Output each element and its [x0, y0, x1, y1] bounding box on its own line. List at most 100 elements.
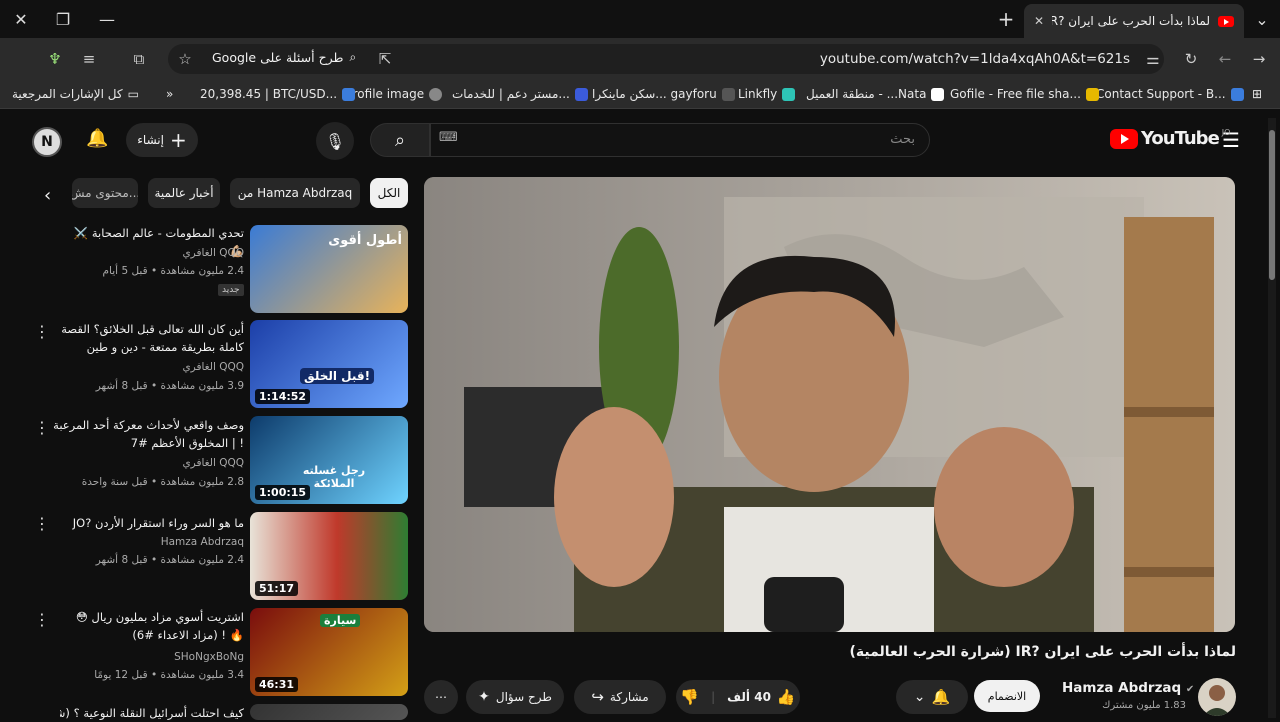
video-duration: 1:00:15 [255, 485, 311, 500]
extensions-puzzle-icon[interactable]: ⧉ [126, 46, 152, 72]
thumbnail-text: سيارة [320, 614, 361, 627]
youtube-logo[interactable]: YouTube JO [1110, 128, 1230, 149]
chevron-down-icon: ⌄ [913, 689, 926, 705]
bookmark-item[interactable]: Gofile - Free file sha... [950, 84, 1099, 104]
folder-icon: ▭ [127, 87, 139, 101]
tab-search-icon[interactable]: ⌄ [1244, 0, 1280, 38]
scrollbar-thumb[interactable] [1269, 130, 1275, 280]
related-thumbnail[interactable]: قبل الخلق! 1:14:52 [250, 320, 408, 408]
related-channel[interactable]: Hamza Abdrzaq [60, 533, 244, 551]
more-options-icon[interactable]: ⋮ [34, 514, 50, 533]
close-window-icon[interactable]: ✕ [0, 0, 42, 38]
related-title[interactable]: كيف احتلت أسرائيل النقلة النوعية ؟ (شكل [60, 704, 244, 722]
ask-button[interactable]: ✦ طرح سؤال [466, 680, 564, 714]
more-actions-icon[interactable]: ⋯ [424, 680, 458, 714]
related-channel[interactable]: QQQ الغافري [60, 244, 244, 262]
join-button[interactable]: الانضمام [974, 680, 1040, 712]
voice-search-mic-icon[interactable]: 🎙 [316, 122, 354, 160]
site-settings-icon[interactable]: ⚌ [1140, 46, 1166, 72]
bell-icon: 🔔 [931, 688, 951, 706]
google-lens-prompt[interactable]: ⌕ طرح أسئلة على Google [212, 50, 356, 65]
plus-icon: + [169, 128, 187, 152]
url-text[interactable]: youtube.com/watch?v=1lda4xqAh0A&t=621s [650, 51, 1130, 67]
related-meta: 3.4 مليون مشاهدة • قبل 12 يومًا [94, 669, 244, 681]
chip-world-news[interactable]: أخبار عالمية [148, 178, 220, 208]
thumbnail-text: قبل الخلق! [300, 368, 375, 384]
more-options-icon[interactable]: ⋮ [34, 610, 50, 629]
channel-name[interactable]: Hamza Abdrzaq ✔ [1062, 680, 1194, 696]
new-tab-icon[interactable]: + [985, 0, 1027, 38]
install-app-icon[interactable]: ⇱ [372, 46, 398, 72]
related-thumbnail[interactable]: 51:17 [250, 512, 408, 600]
like-dislike-group: 👎 | 40 ألف 👍 [676, 680, 800, 714]
bookmark-star-icon[interactable]: ☆ [172, 46, 198, 72]
bookmark-favicon-icon [782, 87, 796, 101]
tab-title: لماذا بدأت الحرب على ايران ?IR (ش [1052, 14, 1210, 28]
chip-all[interactable]: الكل [370, 178, 408, 208]
reload-icon[interactable]: ↻ [1178, 46, 1204, 72]
bookmark-item[interactable]: Linkfly [738, 84, 796, 104]
dislike-icon[interactable]: 👎 [680, 688, 699, 706]
bookmark-label: سكن ماينكرا... gayforu [592, 87, 717, 101]
bookmark-favicon-icon [1230, 87, 1244, 101]
bookmark-item[interactable]: منطقة العميل - ...Nata [806, 84, 945, 104]
related-title[interactable]: وصف واقعي لأحداث معركة أحد المرعبة ! | ا… [52, 416, 244, 452]
notifications-bell-icon[interactable]: 🔔 [86, 128, 108, 149]
bookmarks-overflow-icon[interactable]: » [166, 84, 173, 104]
youtube-favicon-icon [1218, 15, 1234, 27]
bookmark-item[interactable]: profile image [345, 84, 443, 104]
minimize-window-icon[interactable]: — [86, 0, 128, 38]
share-button[interactable]: ↪ مشاركة [574, 680, 666, 714]
chip-from-channel[interactable]: من Hamza Abdrzaq [230, 178, 360, 208]
bookmark-favicon-icon [342, 87, 356, 101]
related-thumbnail[interactable]: رجل غسلته الملائكة 1:00:15 [250, 416, 408, 504]
thumbnail-text: أطول أقوى [328, 233, 402, 248]
more-options-icon[interactable]: ⋮ [34, 322, 50, 341]
chip-more[interactable]: محتوى مش... [72, 178, 138, 208]
bookmark-label: منطقة العميل - ...Nata [806, 87, 927, 101]
avatar[interactable]: N [32, 127, 62, 157]
forward-icon[interactable]: → [1246, 46, 1272, 72]
related-meta: 2.8 مليون مشاهدة • قبل سنة واحدة [81, 476, 244, 488]
subscribed-button[interactable]: ⌄ 🔔 [896, 680, 968, 714]
youtube-logo-text: YouTube [1141, 128, 1220, 149]
related-title[interactable]: اشتريت أسوي مزاد بمليون ريال 😳 🔥 ! (مزاد… [60, 608, 244, 644]
browser-tab[interactable]: لماذا بدأت الحرب على ايران ?IR (ش ✕ [1024, 4, 1244, 38]
chips-prev-chevron-icon[interactable]: ‹ [44, 185, 51, 206]
video-player[interactable] [424, 177, 1235, 632]
bookmark-label: Contact Support - B... [1096, 87, 1226, 101]
like-icon[interactable]: 👍 [777, 688, 796, 706]
bookmark-label: Gofile - Free file sha... [950, 87, 1081, 101]
bookmark-item[interactable]: Contact Support - B... [1096, 84, 1244, 104]
create-button[interactable]: إنشاء + [126, 123, 198, 157]
back-icon[interactable]: ← [1212, 46, 1238, 72]
related-meta: 2.4 مليون مشاهدة • قبل 5 أيام [102, 265, 244, 277]
more-options-icon[interactable]: ⋮ [34, 418, 50, 437]
restore-window-icon[interactable]: ❐ [42, 0, 84, 38]
channel-avatar[interactable] [1198, 678, 1236, 716]
sparkle-icon: ✦ [478, 689, 490, 705]
apps-grid-icon[interactable]: ⊞ [1252, 84, 1262, 104]
search-placeholder: بحث [890, 132, 915, 147]
page-scrollbar[interactable] [1268, 118, 1276, 718]
search-input[interactable]: بحث ⌨ [430, 123, 930, 157]
video-duration: 51:17 [255, 581, 299, 596]
related-channel[interactable]: QQQ الغافري [60, 358, 244, 376]
related-channel[interactable]: SHoNgxBoNg [60, 648, 244, 666]
related-title[interactable]: أين كان الله تعالى قبل الخلائق؟ القصة كا… [60, 320, 244, 356]
extension-icon[interactable]: ♆ [42, 46, 68, 72]
related-thumbnail[interactable] [250, 704, 408, 720]
related-thumbnail[interactable]: أطول أقوى [250, 225, 408, 313]
all-bookmarks[interactable]: كل الإشارات المرجعية ▭ [12, 84, 139, 104]
search-button[interactable]: ⌕ [370, 123, 430, 157]
bookmark-item[interactable]: مستر دعم | للخدمات... [452, 84, 588, 104]
related-thumbnail[interactable]: سيارة 46:31 [250, 608, 408, 696]
reading-list-icon[interactable]: ≡ [76, 46, 102, 72]
related-channel[interactable]: QQQ الغافري [60, 454, 244, 472]
bookmark-item[interactable]: 20,398.45 | BTC/USD... [200, 84, 356, 104]
like-count: 40 ألف [727, 690, 771, 704]
tab-close-icon[interactable]: ✕ [1034, 14, 1044, 28]
keyboard-icon[interactable]: ⌨ [439, 130, 458, 145]
bookmark-item[interactable]: سكن ماينكرا... gayforu [592, 84, 735, 104]
related-title[interactable]: ما هو السر وراء استقرار الأردن ?JO [60, 514, 244, 532]
